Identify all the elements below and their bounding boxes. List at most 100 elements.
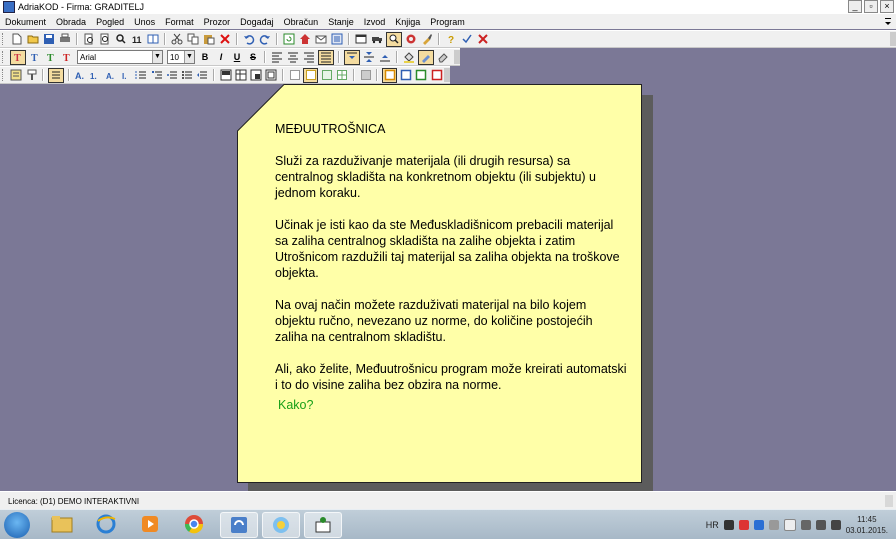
outline-list-icon[interactable] bbox=[150, 69, 163, 82]
italic-button[interactable]: I bbox=[214, 51, 228, 64]
language-indicator[interactable]: HR bbox=[706, 520, 719, 530]
internet-explorer-icon[interactable] bbox=[88, 512, 124, 536]
toolbar-overflow[interactable] bbox=[454, 50, 460, 64]
window-icon[interactable] bbox=[354, 33, 368, 46]
heading-4-icon[interactable]: I. bbox=[119, 69, 132, 82]
open-folder-icon[interactable] bbox=[26, 33, 40, 46]
sync-app-icon[interactable] bbox=[220, 512, 258, 538]
color-blue-icon[interactable] bbox=[399, 69, 412, 82]
flag-icon[interactable] bbox=[830, 520, 841, 530]
chevron-down-icon[interactable]: ▼ bbox=[184, 51, 194, 63]
menu-knjiga[interactable]: Knjiga bbox=[390, 17, 425, 27]
toolbar-grip[interactable] bbox=[2, 33, 6, 45]
valign-middle-icon[interactable] bbox=[362, 51, 376, 64]
toolbar-overflow[interactable] bbox=[890, 32, 896, 46]
underline-button[interactable]: U bbox=[230, 51, 244, 64]
help-icon[interactable]: ? bbox=[444, 33, 458, 46]
note-icon[interactable] bbox=[10, 69, 23, 82]
chevron-down-icon[interactable] bbox=[884, 16, 892, 26]
tray-power-icon[interactable] bbox=[800, 520, 811, 530]
columns-icon[interactable] bbox=[146, 33, 160, 46]
color-orange-icon[interactable] bbox=[382, 67, 398, 83]
insert-object-icon[interactable] bbox=[249, 69, 262, 82]
heading-1-icon[interactable]: A. bbox=[74, 69, 87, 82]
maximize-button[interactable]: ▫ bbox=[864, 0, 878, 13]
border-green-icon[interactable] bbox=[320, 69, 333, 82]
list-icon[interactable] bbox=[330, 33, 344, 46]
text-style-icon[interactable]: T bbox=[10, 49, 26, 65]
sun-app-icon[interactable] bbox=[262, 512, 300, 538]
spellcheck-icon[interactable] bbox=[460, 33, 474, 46]
eraser-icon[interactable] bbox=[436, 51, 450, 64]
search-icon[interactable] bbox=[386, 31, 402, 47]
indent-list-icon[interactable] bbox=[165, 69, 178, 82]
cancel-icon[interactable] bbox=[476, 33, 490, 46]
heading-2-icon[interactable]: 1. bbox=[89, 69, 102, 82]
toolbar-grip[interactable] bbox=[2, 69, 6, 81]
strikethrough-button[interactable]: S bbox=[246, 51, 260, 64]
border-box-icon[interactable] bbox=[303, 67, 319, 83]
font-size-select[interactable]: 10 ▼ bbox=[167, 50, 195, 64]
menu-format[interactable]: Format bbox=[160, 17, 199, 27]
save-icon[interactable] bbox=[42, 33, 56, 46]
format-painter-icon[interactable] bbox=[25, 69, 38, 82]
shading-icon[interactable] bbox=[359, 69, 372, 82]
fill-color-icon[interactable] bbox=[402, 51, 416, 64]
pen-icon[interactable] bbox=[418, 49, 434, 65]
numbered-list-icon[interactable] bbox=[135, 69, 148, 82]
font-select[interactable]: Arial ▼ bbox=[77, 50, 163, 64]
text-style-4-icon[interactable]: T bbox=[60, 51, 74, 64]
print-preview-icon[interactable] bbox=[82, 33, 96, 46]
page-number-icon[interactable]: 11 bbox=[130, 33, 144, 46]
menu-unos[interactable]: Unos bbox=[129, 17, 160, 27]
insert-frame-icon[interactable] bbox=[265, 69, 278, 82]
how-to-link[interactable]: Kako? bbox=[275, 397, 627, 413]
tray-update-icon[interactable] bbox=[768, 520, 779, 530]
align-left-icon[interactable] bbox=[270, 51, 284, 64]
text-style-3-icon[interactable]: T bbox=[44, 51, 58, 64]
valign-bottom-icon[interactable] bbox=[378, 51, 392, 64]
lifebuoy-icon[interactable] bbox=[404, 33, 418, 46]
volume-icon[interactable] bbox=[815, 520, 826, 530]
refresh-icon[interactable] bbox=[282, 33, 296, 46]
menu-izvod[interactable]: Izvod bbox=[359, 17, 391, 27]
delete-icon[interactable] bbox=[218, 33, 232, 46]
tray-app-icon[interactable] bbox=[723, 520, 734, 530]
resize-grip[interactable] bbox=[885, 495, 893, 507]
media-player-icon[interactable] bbox=[132, 512, 168, 536]
brush-icon[interactable] bbox=[420, 33, 434, 46]
new-document-icon[interactable] bbox=[10, 33, 24, 46]
clock[interactable]: 11:45 03.01.2015. bbox=[846, 514, 888, 536]
menu-stanje[interactable]: Stanje bbox=[323, 17, 359, 27]
undo-icon[interactable] bbox=[242, 33, 256, 46]
color-green-icon[interactable] bbox=[415, 69, 428, 82]
cut-icon[interactable] bbox=[170, 33, 184, 46]
menu-dokument[interactable]: Dokument bbox=[0, 17, 51, 27]
paste-icon[interactable] bbox=[202, 33, 216, 46]
menu-pogled[interactable]: Pogled bbox=[91, 17, 129, 27]
toolbar-grip[interactable] bbox=[2, 51, 6, 63]
tray-network-icon[interactable] bbox=[753, 520, 764, 530]
print-icon[interactable] bbox=[58, 33, 72, 46]
menu-program[interactable]: Program bbox=[425, 17, 470, 27]
redo-icon[interactable] bbox=[258, 33, 272, 46]
explorer-icon[interactable] bbox=[44, 512, 80, 536]
justify-icon[interactable] bbox=[318, 49, 334, 65]
text-style-2-icon[interactable]: T bbox=[28, 51, 42, 64]
menu-obrada[interactable]: Obrada bbox=[51, 17, 91, 27]
paragraph-format-icon[interactable] bbox=[48, 67, 64, 83]
close-button[interactable]: × bbox=[880, 0, 894, 13]
minimize-button[interactable]: _ bbox=[848, 0, 862, 13]
border-none-icon[interactable] bbox=[288, 69, 301, 82]
chrome-icon[interactable] bbox=[176, 512, 212, 536]
menu-dogadaj[interactable]: Događaj bbox=[235, 17, 279, 27]
menu-prozor[interactable]: Prozor bbox=[199, 17, 236, 27]
menu-obracun[interactable]: Obračun bbox=[279, 17, 324, 27]
copy-icon[interactable] bbox=[186, 33, 200, 46]
find-icon[interactable] bbox=[114, 33, 128, 46]
zoom-icon[interactable] bbox=[98, 33, 112, 46]
start-button[interactable] bbox=[4, 512, 30, 538]
bullet-list-icon[interactable] bbox=[180, 69, 193, 82]
chevron-down-icon[interactable]: ▼ bbox=[152, 51, 162, 63]
align-right-icon[interactable] bbox=[302, 51, 316, 64]
